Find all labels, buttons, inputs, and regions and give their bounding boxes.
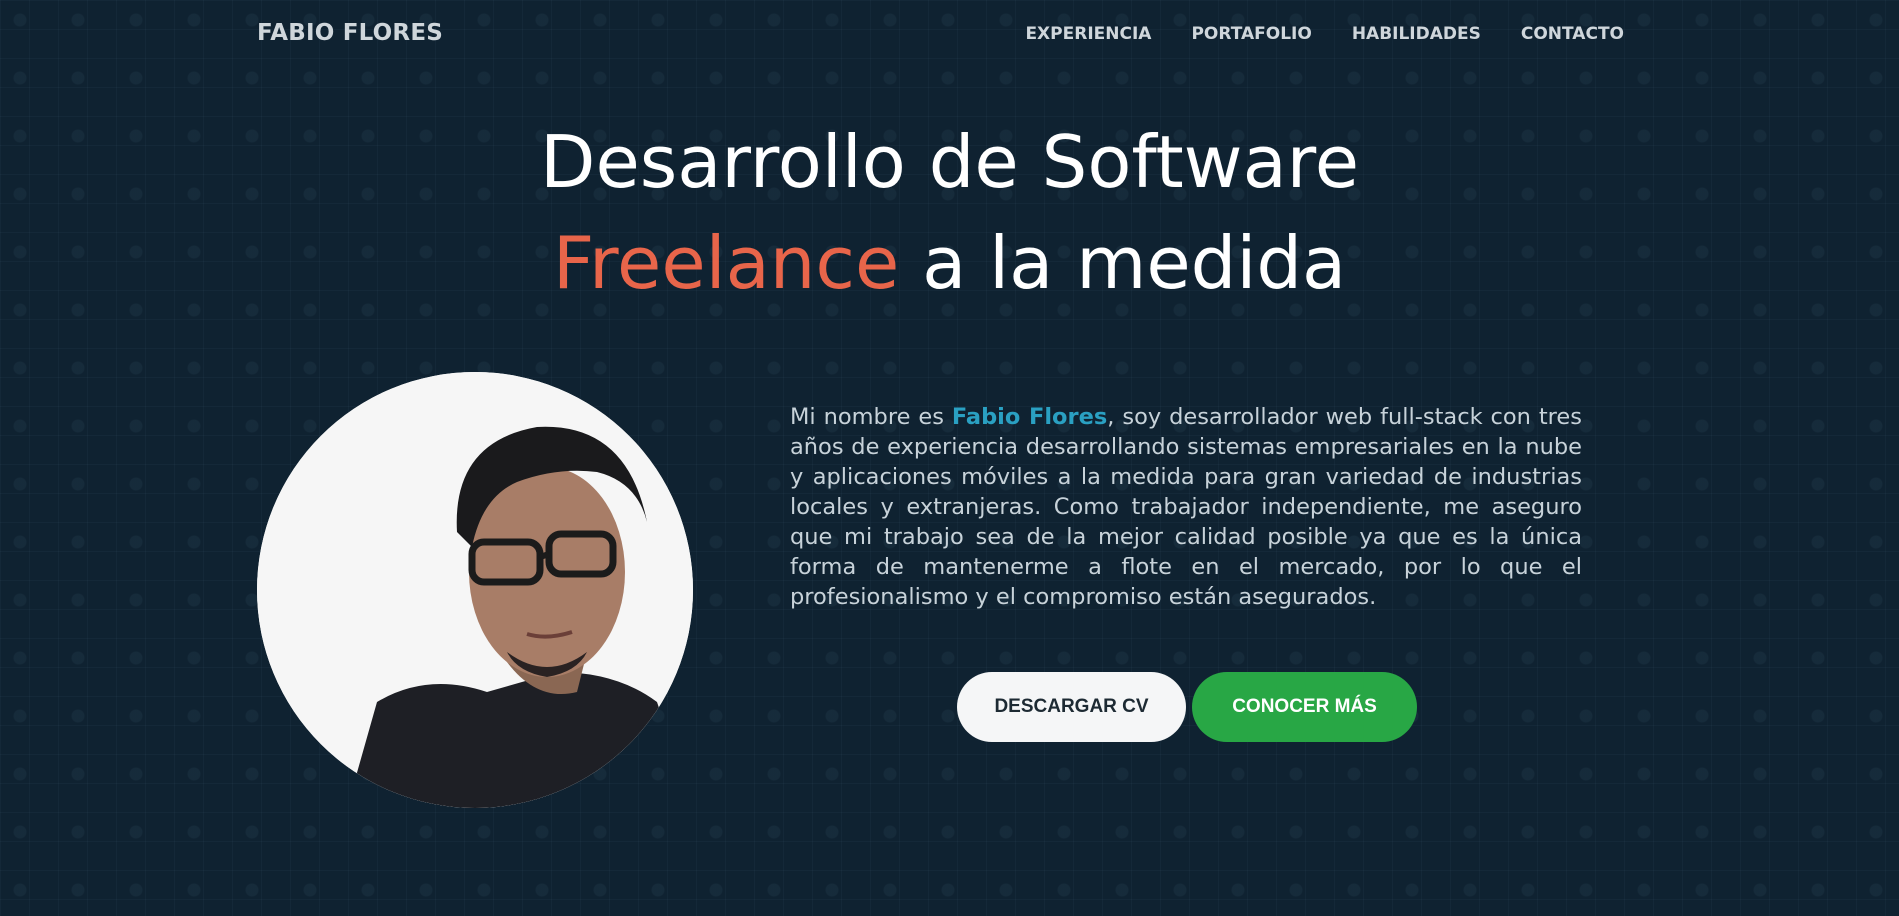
nav-link-experiencia[interactable]: EXPERIENCIA bbox=[1025, 24, 1151, 44]
hero-title-accent: Freelance bbox=[552, 220, 900, 305]
hero-title: Desarrollo de Software Freelance a la me… bbox=[0, 112, 1899, 314]
learn-more-button[interactable]: CONOCER MÁS bbox=[1192, 672, 1417, 742]
brand-logo-text[interactable]: FABIO FLORES bbox=[257, 20, 443, 46]
hero-title-line2-rest: a la medida bbox=[899, 220, 1347, 305]
bio-text-after: , soy desarrollador web full-stack con t… bbox=[790, 404, 1582, 610]
hero-title-line1: Desarrollo de Software bbox=[540, 120, 1359, 204]
profile-photo-illustration bbox=[257, 372, 693, 808]
nav-links: EXPERIENCIA PORTAFOLIO HABILIDADES CONTA… bbox=[1025, 24, 1624, 44]
profile-photo bbox=[257, 372, 693, 808]
bio-text-before: Mi nombre es bbox=[790, 404, 952, 430]
bio-name-highlight: Fabio Flores bbox=[951, 404, 1108, 430]
nav-link-habilidades[interactable]: HABILIDADES bbox=[1352, 24, 1481, 44]
navbar: FABIO FLORES EXPERIENCIA PORTAFOLIO HABI… bbox=[0, 0, 1899, 70]
download-cv-button[interactable]: DESCARGAR CV bbox=[957, 672, 1186, 742]
nav-link-contacto[interactable]: CONTACTO bbox=[1521, 24, 1624, 44]
nav-link-portafolio[interactable]: PORTAFOLIO bbox=[1191, 24, 1311, 44]
bio-paragraph: Mi nombre es Fabio Flores, soy desarroll… bbox=[790, 402, 1582, 612]
